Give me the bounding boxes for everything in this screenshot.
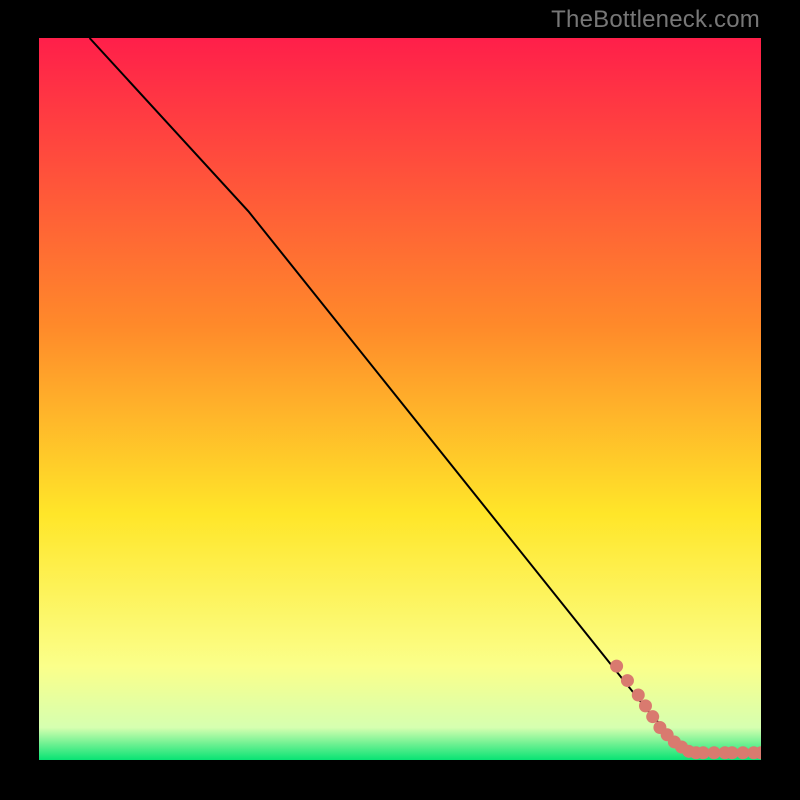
data-point <box>621 674 634 687</box>
plot-area <box>39 38 761 760</box>
chart-frame: TheBottleneck.com <box>0 0 800 800</box>
gradient-background <box>39 38 761 760</box>
data-point <box>632 689 645 702</box>
chart-svg <box>39 38 761 760</box>
data-point <box>610 660 623 673</box>
data-point <box>639 699 652 712</box>
watermark-text: TheBottleneck.com <box>551 6 760 34</box>
data-point <box>646 710 659 723</box>
